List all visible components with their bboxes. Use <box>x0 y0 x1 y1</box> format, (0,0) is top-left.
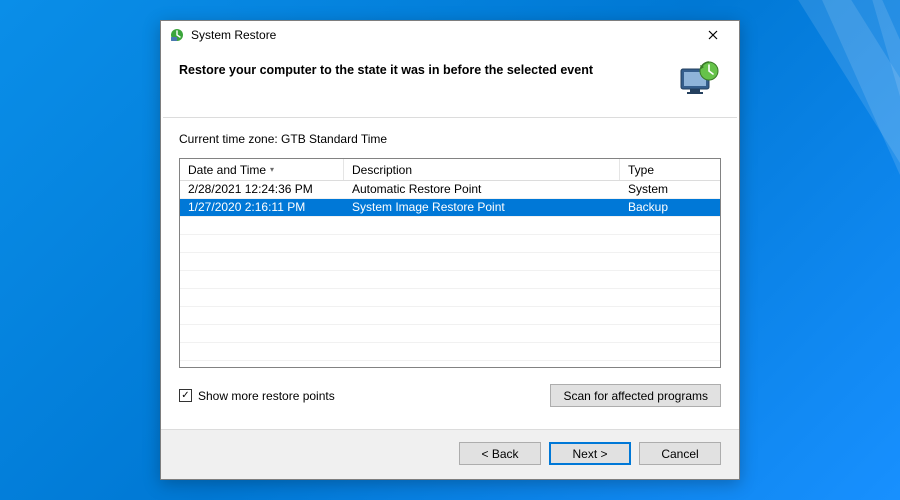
column-label: Type <box>628 163 654 177</box>
restore-monitor-icon <box>677 59 721 103</box>
table-row <box>180 325 720 343</box>
system-restore-dialog: System Restore Restore your computer to … <box>160 20 740 480</box>
show-more-checkbox[interactable]: ✓ Show more restore points <box>179 389 335 403</box>
cancel-button[interactable]: Cancel <box>639 442 721 465</box>
checkbox-box: ✓ <box>179 389 192 402</box>
column-label: Description <box>352 163 412 177</box>
table-row <box>180 343 720 361</box>
system-restore-icon <box>169 27 185 43</box>
table-row <box>180 235 720 253</box>
table-row <box>180 307 720 325</box>
table-header: Date and Time ▾ Description Type <box>180 159 720 181</box>
window-title: System Restore <box>191 28 276 42</box>
cell-date: 1/27/2020 2:16:11 PM <box>180 199 344 216</box>
close-button[interactable] <box>693 23 733 47</box>
close-icon <box>708 30 718 40</box>
column-header-type[interactable]: Type <box>620 159 720 180</box>
scan-affected-button[interactable]: Scan for affected programs <box>550 384 721 407</box>
timezone-label: Current time zone: GTB Standard Time <box>179 132 721 146</box>
column-label: Date and Time <box>188 163 266 177</box>
table-row[interactable]: 1/27/2020 2:16:11 PM System Image Restor… <box>180 199 720 217</box>
back-button[interactable]: < Back <box>459 442 541 465</box>
below-table-row: ✓ Show more restore points Scan for affe… <box>179 384 721 407</box>
cell-description: Automatic Restore Point <box>344 181 620 198</box>
titlebar[interactable]: System Restore <box>161 21 739 49</box>
header-band: Restore your computer to the state it wa… <box>161 49 739 117</box>
column-header-date[interactable]: Date and Time ▾ <box>180 159 344 180</box>
cell-date: 2/28/2021 12:24:36 PM <box>180 181 344 198</box>
table-body: 2/28/2021 12:24:36 PM Automatic Restore … <box>180 181 720 367</box>
sort-indicator-icon: ▾ <box>270 165 274 174</box>
table-row <box>180 271 720 289</box>
dialog-footer: < Back Next > Cancel <box>161 429 739 479</box>
restore-points-table: Date and Time ▾ Description Type 2/28/20… <box>179 158 721 368</box>
table-row <box>180 253 720 271</box>
cell-description: System Image Restore Point <box>344 199 620 216</box>
checkbox-label: Show more restore points <box>198 389 335 403</box>
checkmark-icon: ✓ <box>181 391 189 401</box>
table-row <box>180 289 720 307</box>
dialog-body: Current time zone: GTB Standard Time Dat… <box>161 118 739 429</box>
table-row[interactable]: 2/28/2021 12:24:36 PM Automatic Restore … <box>180 181 720 199</box>
table-row <box>180 217 720 235</box>
cell-type: System <box>620 181 720 198</box>
column-header-description[interactable]: Description <box>344 159 620 180</box>
page-heading: Restore your computer to the state it wa… <box>179 59 665 77</box>
next-button[interactable]: Next > <box>549 442 631 465</box>
cell-type: Backup <box>620 199 720 216</box>
